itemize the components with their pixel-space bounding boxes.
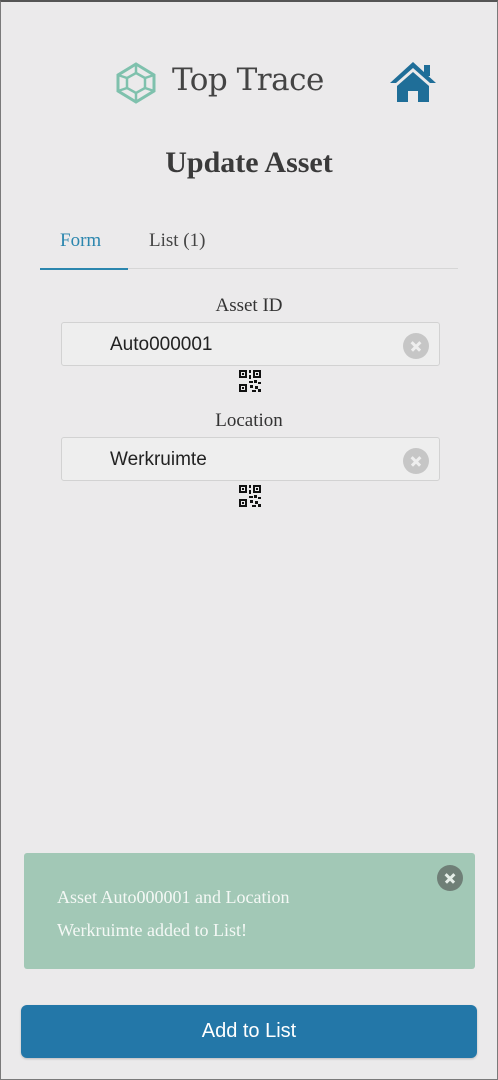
- asset-id-input[interactable]: Auto000001: [61, 322, 440, 366]
- home-icon[interactable]: [388, 60, 438, 104]
- asset-id-label: Asset ID: [215, 295, 283, 316]
- qr-code-icon[interactable]: [238, 369, 262, 393]
- tab-bar: Form List (1): [40, 222, 458, 270]
- clear-icon[interactable]: [403, 448, 429, 474]
- tab-list[interactable]: List (1): [149, 230, 205, 252]
- toast-line-2: Werkruimte added to List!: [57, 920, 247, 940]
- crystal-logo-icon: [116, 62, 156, 104]
- tab-form[interactable]: Form: [60, 230, 101, 252]
- qr-code-icon[interactable]: [238, 484, 262, 508]
- asset-id-value: Auto000001: [110, 334, 213, 355]
- header: Top Trace: [0, 58, 498, 108]
- page-title: Update Asset: [165, 146, 333, 179]
- location-value: Werkruimte: [110, 449, 207, 470]
- location-label: Location: [215, 410, 283, 431]
- toast-message: Asset Auto000001 and Location Werkruimte…: [57, 881, 387, 947]
- location-input[interactable]: Werkruimte: [61, 437, 440, 481]
- active-tab-indicator: [40, 268, 128, 270]
- clear-icon[interactable]: [403, 333, 429, 359]
- toast-line-1: Asset Auto000001 and Location: [57, 887, 290, 907]
- success-toast: Asset Auto000001 and Location Werkruimte…: [24, 853, 475, 969]
- add-to-list-button[interactable]: Add to List: [21, 1005, 477, 1058]
- brand-name: Top Trace: [172, 62, 324, 98]
- close-icon[interactable]: [437, 865, 463, 891]
